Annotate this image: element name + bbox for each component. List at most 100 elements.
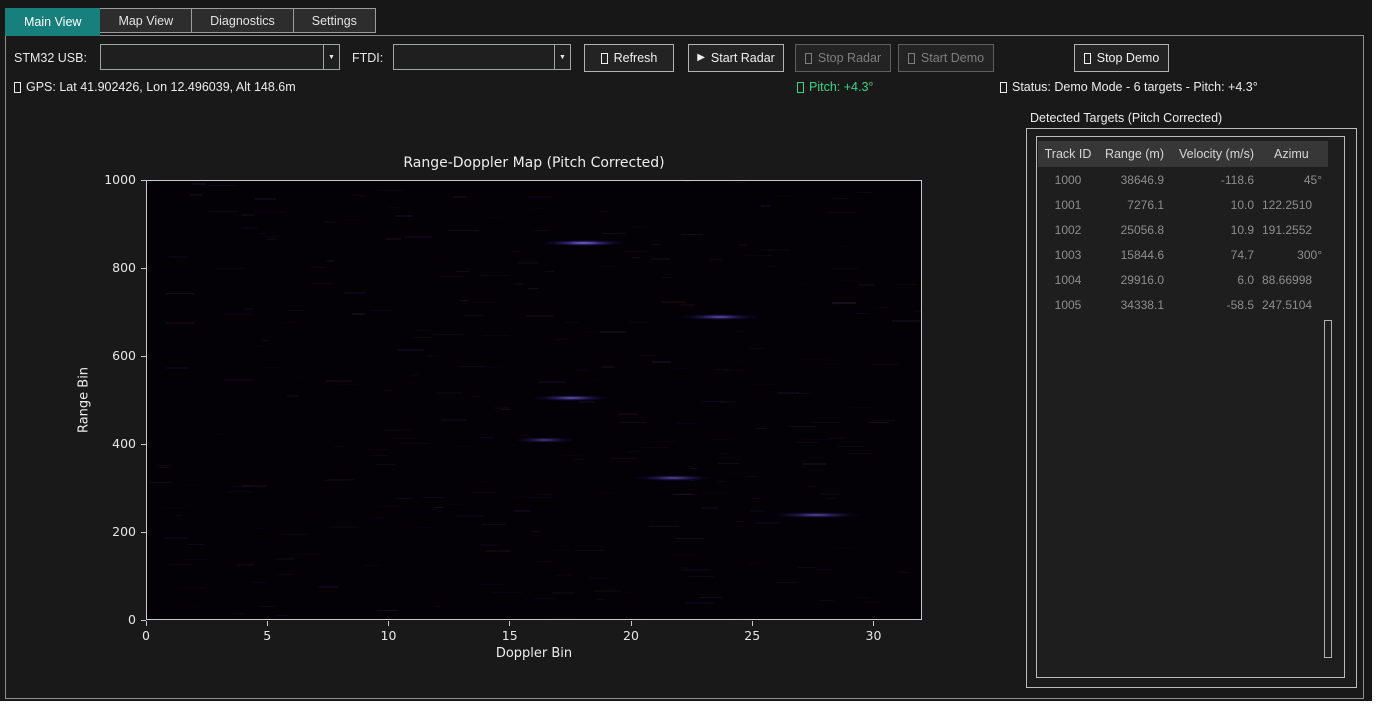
noise-speck [427,356,447,357]
noise-speck [632,257,640,258]
x-tick-label: 30 [844,628,904,643]
table-row[interactable]: 100429916.06.088.66998 [1038,267,1328,292]
noise-speck [482,524,506,525]
noise-speck [896,284,918,285]
noise-speck [214,434,226,435]
noise-speck [815,569,834,570]
stm32-usb-combobox[interactable]: ▼ [100,44,340,70]
table-cell: 7276.1 [1098,192,1170,217]
noise-speck [686,602,714,604]
noise-speck [631,617,642,618]
noise-speck [291,554,321,555]
tab-diagnostics[interactable]: Diagnostics [192,8,294,33]
start-demo-button-label: Start Demo [921,51,984,65]
noise-speck [761,205,770,207]
noise-speck [454,446,475,447]
noise-speck [748,562,759,564]
noise-speck [398,349,425,351]
noise-speck [595,211,611,212]
noise-speck [456,515,483,517]
noise-speck [470,396,479,397]
stop-radar-button-label: Stop Radar [818,51,881,65]
table-row[interactable]: 100225056.810.9191.2552 [1038,217,1328,242]
noise-speck [827,212,854,213]
start-radar-button-label: Start Radar [711,51,775,65]
noise-speck [400,599,426,600]
noise-speck [738,360,747,361]
demo-status: Status: Demo Mode - 6 targets - Pitch: +… [1000,80,1258,94]
refresh-button[interactable]: Refresh [584,44,674,72]
noise-speck [721,453,729,455]
chevron-down-icon[interactable]: ▼ [323,45,339,69]
noise-speck [439,276,464,277]
noise-speck [729,182,748,183]
table-cell: 247.5104 [1260,292,1328,317]
gps-status: GPS: Lat 41.902426, Lon 12.496039, Alt 1… [14,80,296,94]
noise-speck [528,288,538,289]
y-tick-mark [141,444,146,445]
x-tick-label: 5 [237,628,297,643]
table-cell: -58.5 [1170,292,1260,317]
y-tick-label: 800 [76,260,136,275]
x-tick-mark [267,621,268,626]
noise-speck [702,492,731,494]
table-cell: 1005 [1038,292,1098,317]
noise-speck [192,183,206,185]
target-streak-2 [529,395,614,401]
app-window: Main ViewMap ViewDiagnosticsSettings STM… [0,0,1372,701]
noise-speck [410,374,418,376]
noise-speck [651,258,670,260]
noise-speck [610,458,638,459]
range-doppler-plot[interactable] [146,180,922,620]
noise-speck [252,582,265,583]
table-row[interactable]: 10017276.110.0122.2510 [1038,192,1328,217]
noise-speck [327,479,354,480]
noise-speck [545,271,555,272]
noise-speck [803,439,830,440]
noise-speck [428,257,443,258]
noise-speck [797,393,811,394]
noise-speck [735,331,743,332]
noise-speck [352,313,364,315]
ftdi-combobox[interactable]: ▼ [393,44,571,70]
ftdi-label: FTDI: [352,51,383,65]
noise-speck [223,313,253,315]
y-tick-label: 0 [76,612,136,627]
column-header-velocity-m-s[interactable]: Velocity (m/s) [1170,141,1260,167]
noise-speck [652,361,671,363]
table-row[interactable]: 100534338.1-58.5247.5104 [1038,292,1328,317]
table-vertical-scrollbar[interactable] [1324,320,1332,658]
column-header-track-id[interactable]: Track ID [1038,141,1098,167]
noise-speck [258,606,275,607]
table-cell: 34338.1 [1098,292,1170,317]
targets-panel-title: Detected Targets (Pitch Corrected) [1030,111,1222,125]
noise-speck [370,469,395,470]
noise-speck [681,234,703,235]
noise-speck [537,561,557,562]
noise-speck [842,246,851,247]
table-cell: 25056.8 [1098,217,1170,242]
column-header-azimu[interactable]: Azimu [1260,141,1328,167]
noise-speck [268,439,295,440]
tab-settings[interactable]: Settings [294,8,376,33]
start-radar-button[interactable]: ▶Start Radar [688,44,784,72]
noise-speck [592,581,604,582]
tab-map-view[interactable]: Map View [100,8,192,33]
noise-speck [176,606,200,607]
noise-speck [800,359,829,360]
targets-table-header: Track IDRange (m)Velocity (m/s)Azimu [1038,141,1328,167]
noise-speck [872,420,896,421]
chevron-down-icon[interactable]: ▼ [554,45,570,69]
table-row[interactable]: 100315844.674.7300° [1038,242,1328,267]
noise-speck [480,544,497,546]
noise-speck [518,262,538,264]
noise-speck [254,211,284,213]
noise-speck [323,221,334,223]
column-header-range-m[interactable]: Range (m) [1098,141,1170,167]
table-cell: 15844.6 [1098,242,1170,267]
noise-speck [901,572,909,573]
stop-demo-button[interactable]: Stop Demo [1074,44,1169,72]
tab-main-view[interactable]: Main View [5,8,100,36]
table-row[interactable]: 100038646.9-118.645° [1038,167,1328,192]
noise-speck [456,271,469,272]
